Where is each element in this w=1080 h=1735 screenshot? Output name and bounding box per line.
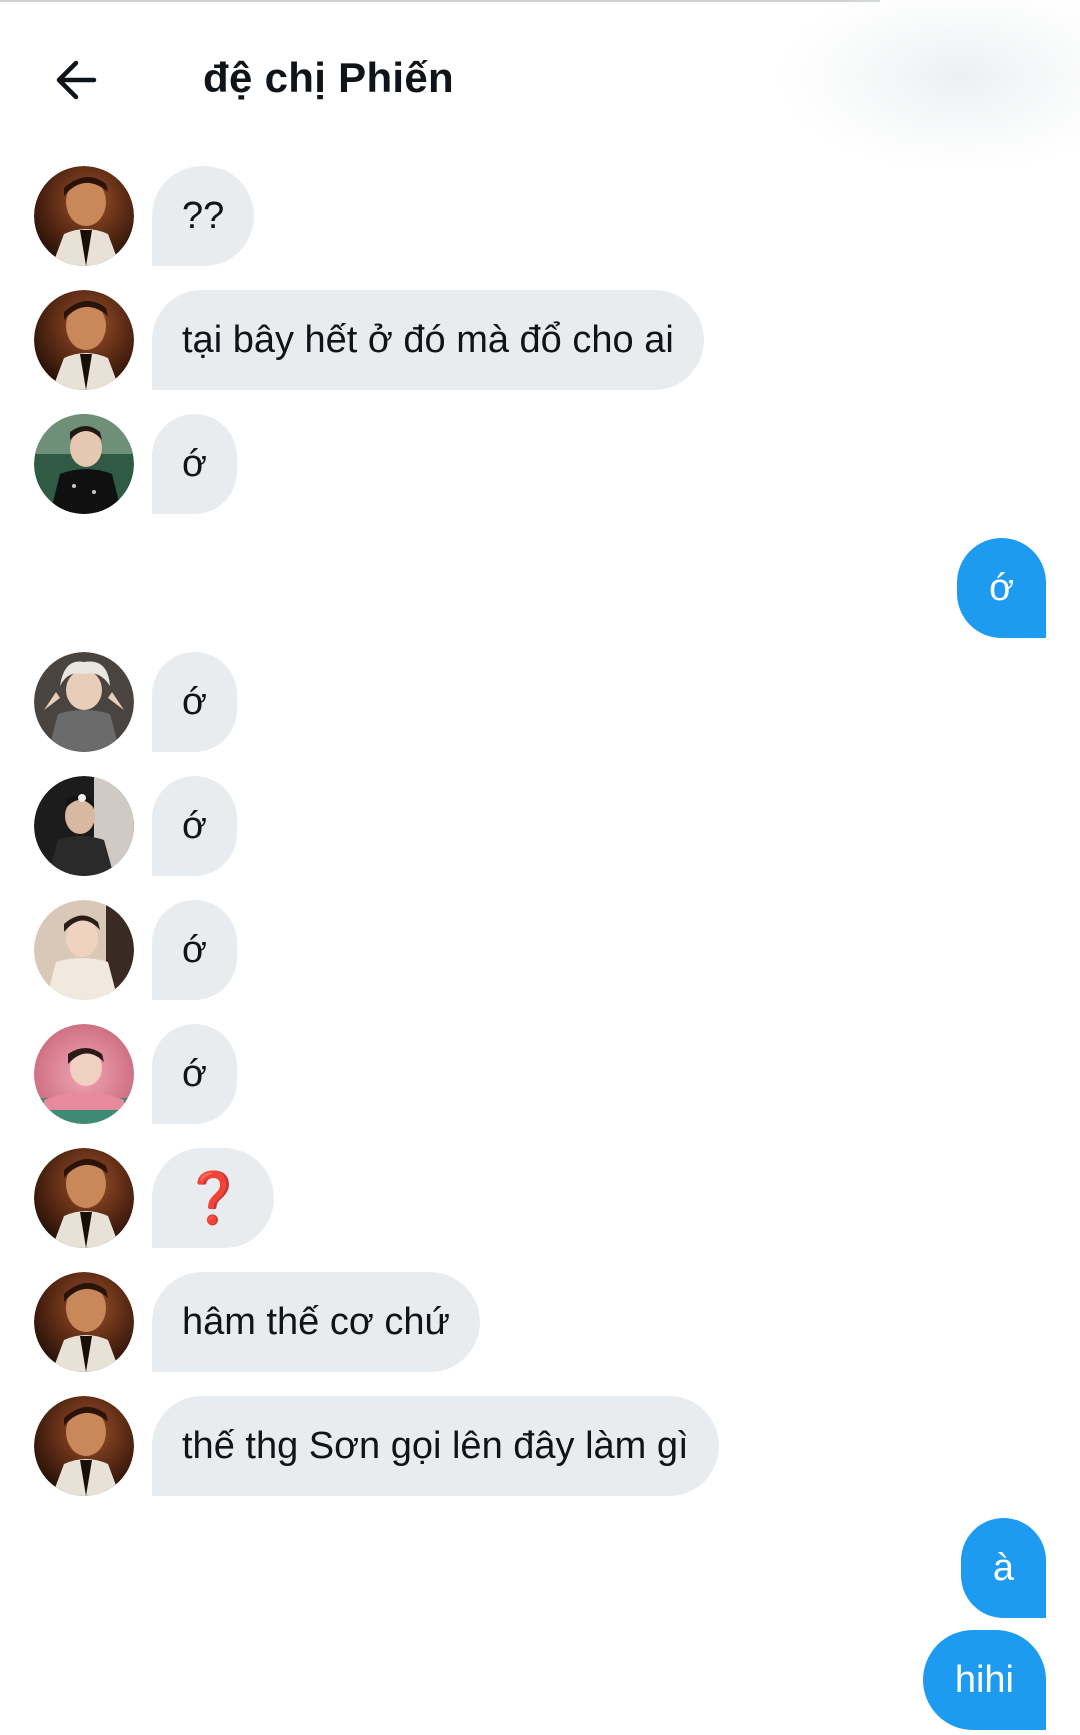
message-bubble[interactable]: ớ <box>152 776 237 876</box>
message-row-outgoing: hihi <box>0 1630 1080 1730</box>
avatar[interactable] <box>34 776 134 876</box>
message-bubble-outgoing[interactable]: hihi <box>922 1630 1046 1730</box>
conversation-title: đệ chị Phiến <box>203 54 454 101</box>
message-row-incoming: ớ <box>0 900 1080 1000</box>
message-row-incoming: ?? <box>0 166 1080 266</box>
avatar[interactable] <box>34 1272 134 1372</box>
message-bubble[interactable]: ớ <box>152 414 237 514</box>
avatar[interactable] <box>34 290 134 390</box>
message-row-outgoing: ớ <box>0 538 1080 638</box>
avatar[interactable] <box>34 900 134 1000</box>
message-row-incoming: hâm thế cơ chứ <box>0 1272 1080 1372</box>
avatar[interactable] <box>34 414 134 514</box>
message-row-outgoing: à <box>0 1518 1080 1618</box>
message-bubble[interactable]: ?? <box>152 166 255 266</box>
avatar[interactable] <box>34 652 134 752</box>
message-bubble[interactable]: ❓ <box>152 1148 275 1248</box>
message-bubble[interactable]: ớ <box>152 652 237 752</box>
message-row-incoming: ớ <box>0 1024 1080 1124</box>
message-bubble-outgoing[interactable]: ớ <box>957 538 1046 638</box>
avatar[interactable] <box>34 1148 134 1248</box>
message-bubble[interactable]: ớ <box>152 900 237 1000</box>
conversation-header: đệ chị Phiến <box>0 0 1080 150</box>
message-bubble[interactable]: tại bây hết ở đó mà đổ cho ai <box>152 290 704 390</box>
message-row-incoming: thế thg Sơn gọi lên đây làm gì <box>0 1396 1080 1496</box>
message-row-incoming: ớ <box>0 414 1080 514</box>
message-bubble-outgoing[interactable]: à <box>960 1518 1046 1618</box>
message-row-incoming: tại bây hết ở đó mà đổ cho ai <box>0 290 1080 390</box>
message-bubble[interactable]: ớ <box>152 1024 237 1124</box>
arrow-left-icon <box>50 52 106 108</box>
message-row-incoming: ớ <box>0 652 1080 752</box>
message-bubble[interactable]: hâm thế cơ chứ <box>152 1272 480 1372</box>
message-bubble[interactable]: thế thg Sơn gọi lên đây làm gì <box>152 1396 719 1496</box>
avatar[interactable] <box>34 1396 134 1496</box>
back-button[interactable] <box>50 52 106 108</box>
message-row-incoming: ớ <box>0 776 1080 876</box>
message-row-incoming: ❓ <box>0 1148 1080 1248</box>
avatar[interactable] <box>34 166 134 266</box>
avatar[interactable] <box>34 1024 134 1124</box>
